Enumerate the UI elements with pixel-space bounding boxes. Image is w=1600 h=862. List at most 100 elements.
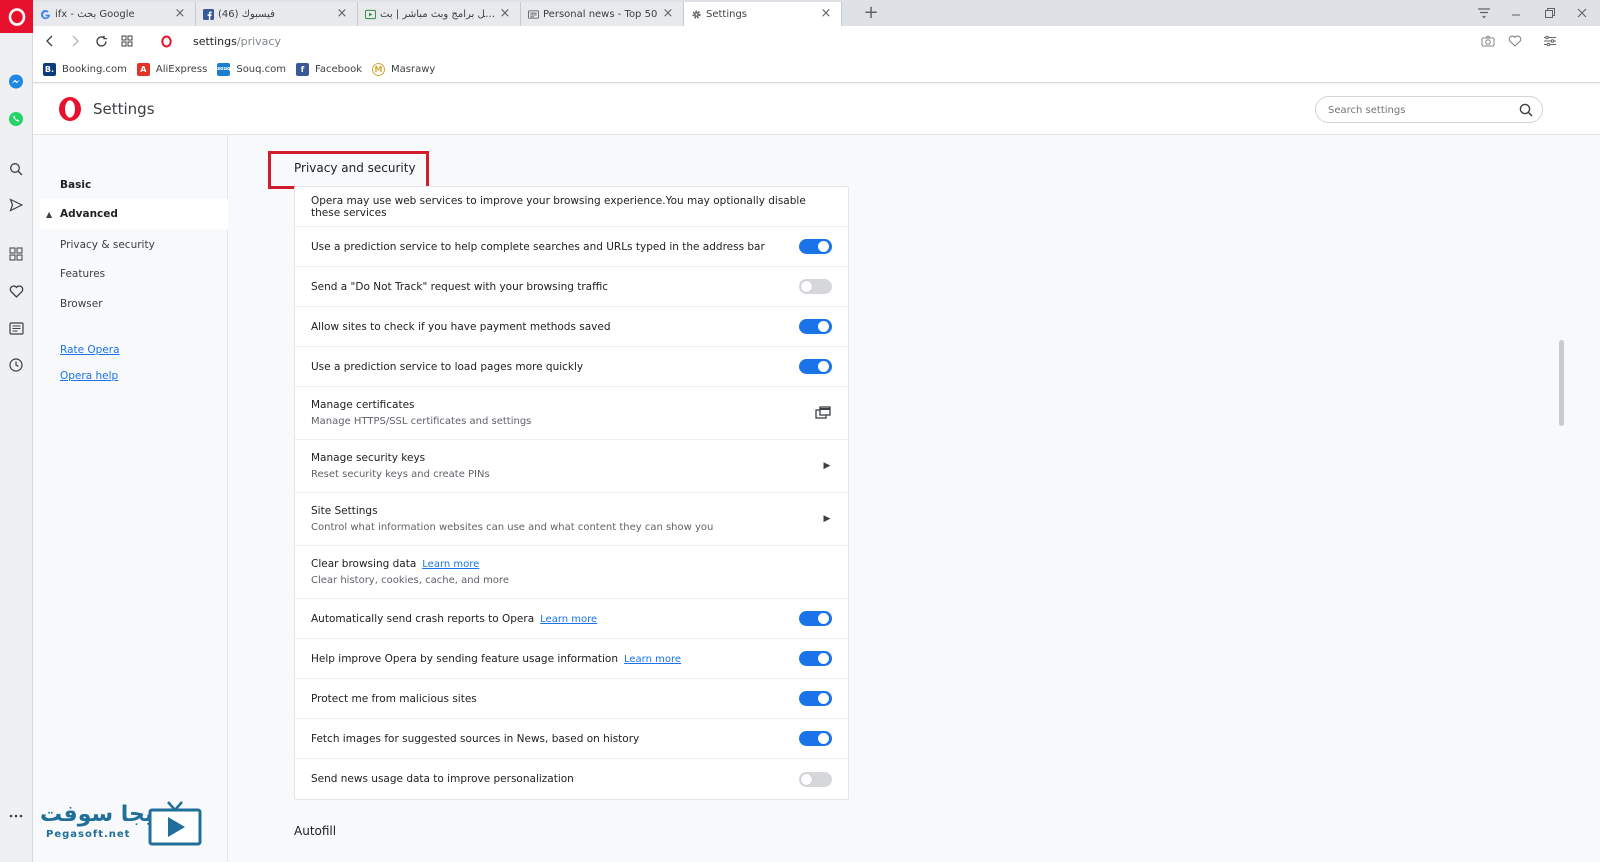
payment-methods-toggle[interactable]	[799, 319, 832, 334]
send-icon[interactable]	[7, 196, 25, 214]
prediction-search-toggle[interactable]	[799, 239, 832, 254]
facebook-icon: f	[296, 62, 310, 76]
setting-row[interactable]: Help improve Opera by sending feature us…	[295, 639, 848, 679]
reload-icon	[95, 35, 107, 47]
back-button[interactable]	[41, 32, 59, 50]
malicious-sites-toggle[interactable]	[799, 691, 832, 706]
snapshot-button[interactable]	[1479, 32, 1497, 50]
close-window-button[interactable]	[1566, 0, 1598, 26]
rate-opera-link[interactable]: Rate Opera	[60, 344, 120, 356]
tab-strip: ifx - بحث Google × (46) فيسبوك × تحميل ب…	[0, 0, 1600, 26]
close-icon[interactable]: ×	[173, 7, 187, 21]
restore-button[interactable]	[1534, 0, 1566, 26]
preload-pages-toggle[interactable]	[799, 359, 832, 374]
settings-header: Settings	[33, 84, 1600, 135]
tab[interactable]: Personal news - Top 50 ×	[521, 2, 684, 26]
opera-help-link[interactable]: Opera help	[60, 370, 118, 382]
news-images-toggle[interactable]	[799, 731, 832, 746]
learn-more-link[interactable]: Learn more	[422, 559, 479, 570]
setting-row[interactable]: Allow sites to check if you have payment…	[295, 307, 848, 347]
nav-browser[interactable]: Browser	[40, 289, 228, 319]
tab[interactable]: (46) فيسبوك ×	[196, 2, 358, 26]
address-bar[interactable]: settings/privacy	[193, 32, 281, 50]
opera-menu-button[interactable]	[0, 0, 33, 33]
search-box[interactable]	[1315, 96, 1543, 123]
speed-dial-button[interactable]	[118, 32, 136, 50]
bookmark-aliexpress[interactable]: A AliExpress	[136, 62, 208, 76]
setting-row[interactable]: Use a prediction service to load pages m…	[295, 347, 848, 387]
open-external-icon[interactable]	[814, 404, 832, 422]
scrollbar-thumb[interactable]	[1559, 340, 1564, 426]
heart-icon[interactable]	[7, 282, 25, 300]
close-icon[interactable]: ×	[661, 7, 675, 21]
bookmark-booking[interactable]: B. Booking.com	[43, 62, 127, 76]
bookmark-label: Souq.com	[236, 63, 287, 75]
setting-title: Clear browsing data	[311, 558, 417, 570]
more-icon[interactable]	[7, 807, 25, 825]
nav-privacy-security[interactable]: Privacy & security	[40, 230, 228, 260]
learn-more-link[interactable]: Learn more	[540, 614, 597, 625]
tab[interactable]: ifx - بحث Google ×	[33, 2, 196, 26]
nav-basic[interactable]: Basic	[40, 170, 228, 200]
forward-button[interactable]	[66, 32, 84, 50]
setting-label: Use a prediction service to help complet…	[311, 240, 765, 253]
bookmark-label: AliExpress	[155, 63, 208, 75]
setting-title: Help improve Opera by sending feature us…	[311, 652, 618, 665]
souq-icon: souq	[217, 62, 231, 76]
setting-title: Manage certificates	[311, 399, 415, 411]
setting-row[interactable]: Send a "Do Not Track" request with your …	[295, 267, 848, 307]
messenger-icon[interactable]	[7, 73, 25, 91]
manage-security-keys-row[interactable]: Manage security keys Reset security keys…	[295, 440, 848, 493]
bookmark-masrawy[interactable]: M Masrawy	[372, 62, 436, 76]
minimize-button[interactable]	[1500, 0, 1532, 26]
whatsapp-icon[interactable]	[7, 110, 25, 128]
bookmark-heart-button[interactable]	[1506, 32, 1524, 50]
clear-browsing-data-row[interactable]: Clear browsing data Learn more Clear hist…	[295, 546, 848, 599]
nav-basic-label: Basic	[60, 179, 92, 191]
setting-row[interactable]: Fetch images for suggested sources in Ne…	[295, 719, 848, 759]
easy-setup-button[interactable]	[1541, 32, 1559, 50]
feature-usage-toggle[interactable]	[799, 651, 832, 666]
reload-button[interactable]	[92, 32, 110, 50]
forward-arrow-icon	[72, 35, 79, 47]
site-settings-row[interactable]: Site Settings Control what information w…	[295, 493, 848, 546]
tab-settings[interactable]: Settings ×	[684, 2, 842, 26]
search-input[interactable]	[1328, 102, 1508, 118]
new-tab-button[interactable]: +	[862, 4, 880, 22]
setting-row[interactable]: Automatically send crash reports to Oper…	[295, 599, 848, 639]
intro-row: Opera may use web services to improve yo…	[295, 187, 848, 227]
news-icon	[527, 8, 539, 20]
bookmark-souq[interactable]: souq Souq.com	[217, 62, 287, 76]
news-icon[interactable]	[7, 319, 25, 337]
tab[interactable]: تحميل برامج وبث مباشر | بث ×	[358, 2, 521, 26]
close-icon[interactable]: ×	[819, 7, 833, 21]
grid-icon	[121, 35, 133, 47]
history-clock-icon[interactable]	[7, 356, 25, 374]
nav-advanced[interactable]: ▲ Advanced	[40, 199, 228, 229]
tab-title: Personal news - Top 50	[543, 8, 658, 20]
nav-features[interactable]: Features	[40, 259, 228, 289]
do-not-track-toggle[interactable]	[799, 279, 832, 294]
speed-dial-icon[interactable]	[7, 245, 25, 263]
close-icon[interactable]: ×	[335, 7, 349, 21]
news-usage-toggle[interactable]	[799, 771, 832, 787]
setting-row[interactable]: Use a prediction service to help complet…	[295, 227, 848, 267]
search-icon[interactable]	[1518, 102, 1534, 118]
bookmarks-bar: B. Booking.com A AliExpress souq Souq.co…	[33, 56, 1600, 83]
learn-more-link[interactable]: Learn more	[624, 654, 681, 665]
setting-label: Use a prediction service to load pages m…	[311, 360, 584, 373]
manage-certificates-row[interactable]: Manage certificates Manage HTTPS/SSL cer…	[295, 387, 848, 440]
search-icon[interactable]	[7, 160, 25, 178]
setting-row[interactable]: Send news usage data to improve personal…	[295, 759, 848, 799]
close-icon[interactable]: ×	[498, 7, 512, 21]
crash-reports-toggle[interactable]	[799, 611, 832, 626]
setting-row[interactable]: Protect me from malicious sites	[295, 679, 848, 719]
site-info-icon[interactable]	[157, 32, 175, 50]
bookmark-facebook[interactable]: f Facebook	[296, 62, 362, 76]
bookmark-label: Booking.com	[62, 63, 127, 75]
camera-icon	[1481, 36, 1495, 47]
privacy-card: Opera may use web services to improve yo…	[294, 186, 849, 800]
toolbar: settings/privacy	[33, 26, 1600, 56]
tab-menu-icon[interactable]	[1468, 0, 1500, 26]
bookmark-label: Masrawy	[391, 63, 436, 75]
